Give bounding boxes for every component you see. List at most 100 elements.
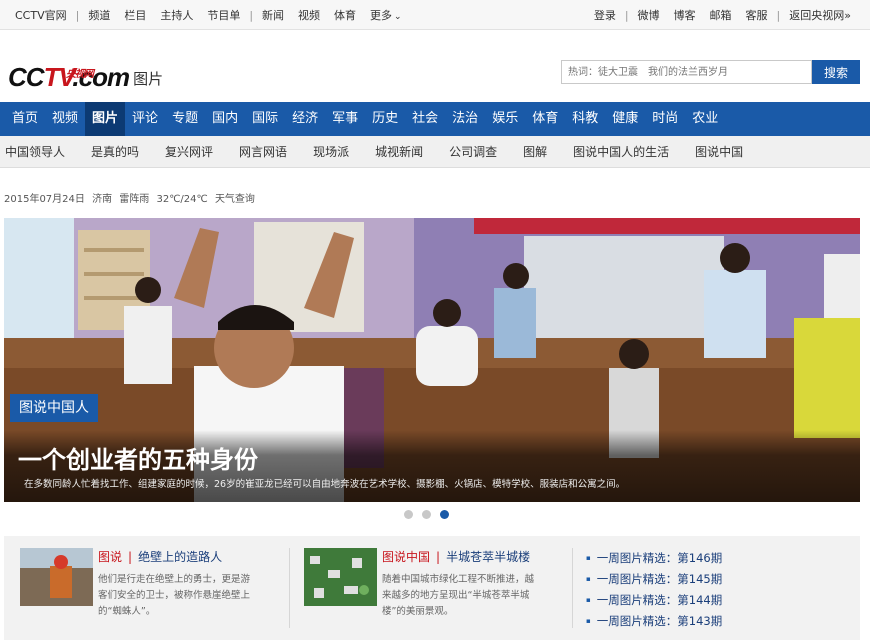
subnav-is-it-true[interactable]: 是真的吗 (91, 143, 139, 160)
chevron-down-icon: ⌄ (394, 12, 402, 22)
hero-headline[interactable]: 一个创业者的五种身份 (18, 440, 258, 475)
date-weather-line: 2015年07月24日 济南 雷阵雨 32℃/24℃ 天气查询 (4, 190, 255, 205)
top-left-links: CCTV官网 | 频道 栏目 主持人 节目单 | 新闻 视频 体育 更多 ⌄ (8, 0, 409, 30)
link-cctv-official[interactable]: CCTV官网 (8, 7, 74, 23)
subnav-leaders[interactable]: 中国领导人 (5, 143, 65, 160)
nav-home[interactable]: 首页 (5, 102, 45, 136)
link-schedule[interactable]: 节目单 (200, 7, 247, 23)
nav-video[interactable]: 视频 (45, 102, 85, 136)
feature-description: 随着中国城市绿化工程不断推进，越 来越多的地方呈现出“半城苍萃半城 楼”的美丽景… (382, 572, 552, 620)
sub-nav: 中国领导人 是真的吗 复兴网评 网言网语 现场派 城视新闻 公司调查 图解 图说… (0, 136, 870, 168)
nav-opinion[interactable]: 评论 (125, 102, 165, 136)
link-video[interactable]: 视频 (291, 7, 327, 23)
subnav-on-site[interactable]: 现场派 (313, 143, 349, 160)
search-button[interactable]: 搜索 (812, 60, 860, 84)
hero-slideshow[interactable]: 图说中国人 一个创业者的五种身份 在多数同龄人忙着找工作、组建家庭的时候，26岁… (4, 218, 860, 502)
subnav-picture-china[interactable]: 图说中国 (695, 143, 743, 160)
divider: | (624, 8, 629, 22)
temperature: 32℃/24℃ (156, 194, 208, 205)
nav-domestic[interactable]: 国内 (205, 102, 245, 136)
blog-link[interactable]: 博客 (667, 7, 703, 23)
feature-thumbnail[interactable] (304, 548, 377, 606)
nav-society[interactable]: 社会 (405, 102, 445, 136)
nav-economy[interactable]: 经济 (285, 102, 325, 136)
nav-sports[interactable]: 体育 (525, 102, 565, 136)
desc-line: 客们安全的卫士，被称作悬崖绝壁上 (98, 590, 251, 601)
double-chevron-right-icon: » (844, 9, 851, 22)
divider (572, 548, 573, 628)
cctv-logo[interactable]: CCTV.com 央视网 图片 (8, 56, 163, 90)
desc-line: 随着中国城市绿化工程不断推进，越 (382, 574, 535, 585)
link-sports[interactable]: 体育 (327, 7, 363, 23)
return-label: 返回央视网 (789, 9, 845, 22)
desc-line: 来越多的地方呈现出“半城苍萃半城 (382, 590, 530, 601)
desc-line: 他们是行走在绝壁上的勇士，更是游 (98, 574, 251, 585)
slide-dot-3-active[interactable] (440, 510, 449, 519)
subnav-infographic[interactable]: 图解 (523, 143, 547, 160)
divider: | (776, 8, 781, 22)
desc-line: 楼”的美丽景观。 (382, 606, 454, 617)
link-programs[interactable]: 栏目 (117, 7, 153, 23)
top-right-links: 登录 | 微博 博客 邮箱 客服 | 返回央视网» (587, 0, 858, 30)
nav-fashion[interactable]: 时尚 (645, 102, 685, 136)
top-utility-bar: CCTV官网 | 频道 栏目 主持人 节目单 | 新闻 视频 体育 更多 ⌄ 登录… (0, 0, 870, 30)
nav-history[interactable]: 历史 (365, 102, 405, 136)
weekly-picks-list: 一周图片精选：第146期 一周图片精选：第145期 一周图片精选：第144期 一… (586, 548, 722, 632)
nav-military[interactable]: 军事 (325, 102, 365, 136)
subnav-fuxing-review[interactable]: 复兴网评 (165, 143, 213, 160)
weekly-pick-146[interactable]: 一周图片精选：第146期 (586, 548, 722, 569)
slide-indicator (404, 510, 449, 519)
link-news[interactable]: 新闻 (255, 7, 291, 23)
nav-entertainment[interactable]: 娱乐 (485, 102, 525, 136)
divider: | (128, 550, 133, 564)
feature-title-line[interactable]: 图说 | 绝壁上的造路人 (98, 548, 222, 565)
feature-description: 他们是行走在绝壁上的勇士，更是游 客们安全的卫士，被称作悬崖绝壁上 的“蜘蛛人”… (98, 572, 268, 620)
nav-international[interactable]: 国际 (245, 102, 285, 136)
nav-law[interactable]: 法治 (445, 102, 485, 136)
feature-thumbnail[interactable] (20, 548, 93, 606)
feature-category: 图说 (98, 550, 123, 564)
login-link[interactable]: 登录 (587, 7, 623, 23)
city: 济南 (92, 194, 113, 205)
subnav-netizen-voices[interactable]: 网言网语 (239, 143, 287, 160)
weibo-link[interactable]: 微博 (631, 7, 667, 23)
divider: | (75, 8, 80, 22)
weather: 雷阵雨 (119, 194, 150, 205)
feature-title: 半城苍萃半城楼 (446, 550, 531, 564)
subnav-city-news[interactable]: 城视新闻 (375, 143, 423, 160)
feature-category: 图说中国 (382, 550, 431, 564)
search-input[interactable] (561, 60, 812, 84)
main-nav: 首页 视频 图片 评论 专题 国内 国际 经济 军事 历史 社会 法治 娱乐 体… (0, 102, 870, 136)
nav-topics[interactable]: 专题 (165, 102, 205, 136)
subnav-chinese-life[interactable]: 图说中国人的生活 (573, 143, 669, 160)
slide-dot-1[interactable] (404, 510, 413, 519)
logo-mark: CCTV.com 央视网 (8, 64, 130, 90)
channel-name: 图片 (133, 70, 164, 88)
divider: | (436, 550, 441, 564)
link-hosts[interactable]: 主持人 (153, 7, 200, 23)
nav-pictures[interactable]: 图片 (85, 102, 126, 136)
search-bar: 搜索 (561, 60, 860, 84)
return-cctv-link[interactable]: 返回央视网» (782, 7, 858, 23)
weekly-pick-145[interactable]: 一周图片精选：第145期 (586, 569, 722, 590)
service-link[interactable]: 客服 (739, 7, 775, 23)
weekly-pick-143[interactable]: 一周图片精选：第143期 (586, 611, 722, 632)
logo-subtitle: 央视网 (66, 69, 94, 80)
nav-science[interactable]: 科教 (565, 102, 605, 136)
link-more[interactable]: 更多 ⌄ (363, 7, 409, 23)
divider (289, 548, 290, 628)
weekly-pick-144[interactable]: 一周图片精选：第144期 (586, 590, 722, 611)
site-header: CCTV.com 央视网 图片 搜索 (0, 30, 870, 102)
hero-category-tag[interactable]: 图说中国人 (10, 394, 98, 422)
weather-query-link[interactable]: 天气查询 (215, 194, 255, 205)
mail-link[interactable]: 邮箱 (703, 7, 739, 23)
feature-title: 绝壁上的造路人 (138, 550, 223, 564)
link-channels[interactable]: 频道 (81, 7, 117, 23)
more-label: 更多 (370, 9, 393, 22)
nav-health[interactable]: 健康 (605, 102, 645, 136)
divider: | (249, 8, 254, 22)
slide-dot-2[interactable] (422, 510, 431, 519)
feature-title-line[interactable]: 图说中国 | 半城苍萃半城楼 (382, 548, 530, 565)
nav-agriculture[interactable]: 农业 (685, 102, 725, 136)
subnav-company-survey[interactable]: 公司调查 (449, 143, 497, 160)
